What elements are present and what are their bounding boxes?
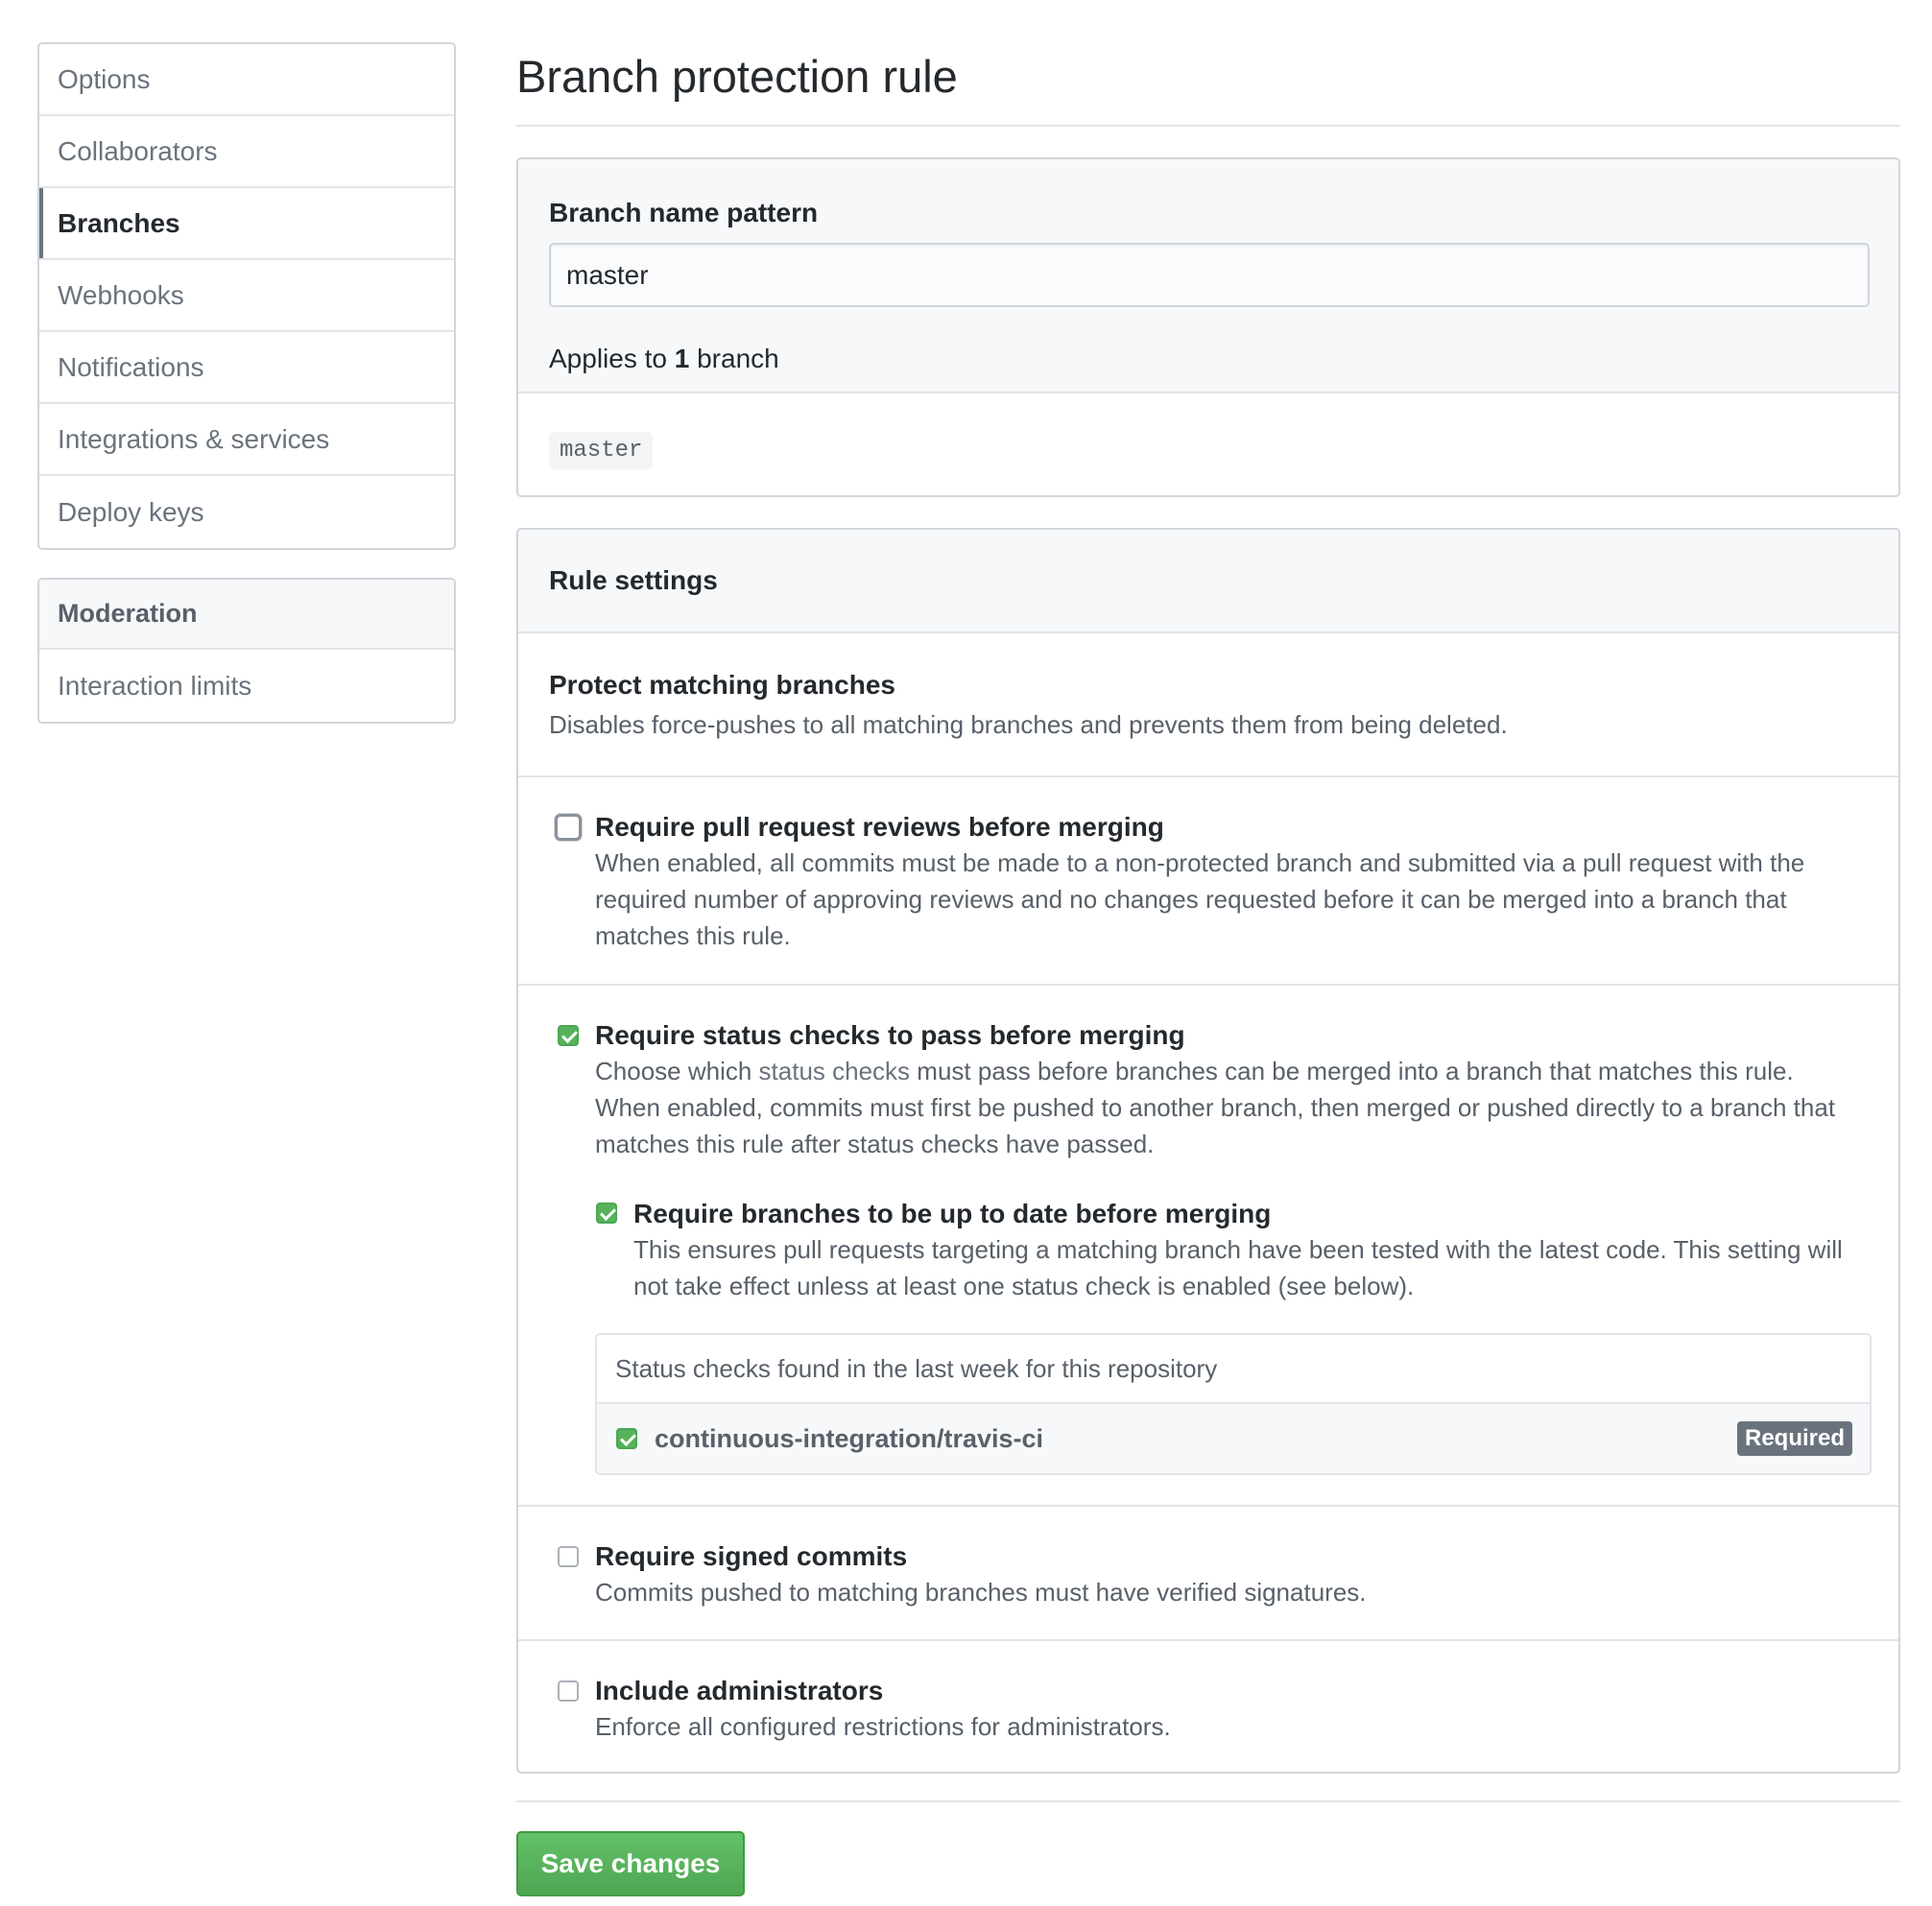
sidebar-item-branches[interactable]: Branches (39, 188, 454, 260)
page-title: Branch protection rule (516, 51, 958, 102)
moderation-menu: Moderation Interaction limits (37, 578, 456, 724)
applies-suffix: branch (697, 344, 779, 373)
require-signed-commits-checkbox[interactable] (558, 1546, 579, 1567)
applies-prefix: Applies to (549, 344, 667, 373)
title-divider (516, 125, 1900, 127)
sidebar-item-webhooks[interactable]: Webhooks (39, 260, 454, 332)
required-badge: Required (1736, 1421, 1852, 1456)
require-reviews-description: When enabled, all commits must be made t… (595, 848, 1805, 950)
branch-pattern-input[interactable] (549, 243, 1870, 307)
status-checks-list: Status checks found in the last week for… (595, 1333, 1872, 1475)
sidebar-item-notifications[interactable]: Notifications (39, 332, 454, 404)
sidebar-item-label: Interaction limits (58, 670, 252, 701)
include-administrators-title[interactable]: Include administrators (595, 1676, 1864, 1706)
moderation-heading: Moderation (39, 580, 454, 650)
status-checks-heading: Status checks found in the last week for… (597, 1335, 1870, 1404)
sidebar-item-label: Notifications (58, 351, 204, 382)
require-signed-commits-description: Commits pushed to matching branches must… (595, 1578, 1367, 1607)
require-up-to-date-title[interactable]: Require branches to be up to date before… (633, 1199, 1864, 1229)
sidebar-item-collaborators[interactable]: Collaborators (39, 116, 454, 188)
require-status-checks-title[interactable]: Require status checks to pass before mer… (595, 1020, 1864, 1051)
status-check-checkbox[interactable] (616, 1428, 637, 1449)
sidebar-item-label: Integrations & services (58, 423, 330, 454)
require-reviews-option: Require pull request reviews before merg… (518, 777, 1898, 986)
rule-settings-heading: Rule settings (518, 530, 1898, 633)
sidebar-item-integrations[interactable]: Integrations & services (39, 404, 454, 476)
require-signed-commits-title[interactable]: Require signed commits (595, 1541, 1864, 1572)
protect-title: Protect matching branches (549, 670, 895, 700)
status-desc-prefix: Choose which (595, 1057, 752, 1085)
protect-description: Disables force-pushes to all matching br… (549, 710, 1508, 739)
applies-to-text: Applies to 1 branch (549, 344, 779, 374)
require-signed-commits-option: Require signed commits Commits pushed to… (518, 1507, 1898, 1641)
branch-pattern-label: Branch name pattern (549, 198, 819, 227)
sidebar-item-options[interactable]: Options (39, 44, 454, 116)
status-checks-link[interactable]: status checks (759, 1057, 911, 1085)
require-reviews-checkbox[interactable] (555, 814, 582, 841)
status-check-item: continuous-integration/travis-ci Require… (597, 1404, 1870, 1473)
rule-settings-box: Rule settings Protect matching branches … (516, 528, 1900, 1774)
matched-branch-code: master (549, 432, 654, 469)
sidebar-item-label: Deploy keys (58, 496, 204, 527)
form-divider (516, 1800, 1900, 1802)
status-check-name: continuous-integration/travis-ci (655, 1423, 1044, 1453)
sidebar-item-interaction-limits[interactable]: Interaction limits (39, 650, 454, 722)
require-up-to-date-checkbox[interactable] (596, 1203, 617, 1224)
require-reviews-title[interactable]: Require pull request reviews before merg… (595, 812, 1864, 843)
branch-pattern-header: Branch name pattern Applies to 1 branch (518, 159, 1898, 393)
sidebar-item-label: Webhooks (58, 279, 184, 310)
require-status-checks-description: Choose which status checks must pass bef… (595, 1053, 1864, 1162)
branch-pattern-box: Branch name pattern Applies to 1 branch … (516, 157, 1900, 497)
applies-count: 1 (674, 344, 690, 373)
include-administrators-option: Include administrators Enforce all confi… (518, 1641, 1898, 1772)
include-administrators-checkbox[interactable] (558, 1680, 579, 1702)
settings-menu: Options Collaborators Branches Webhooks … (37, 42, 456, 550)
require-status-checks-option: Require status checks to pass before mer… (518, 986, 1898, 1507)
require-status-checks-checkbox[interactable] (558, 1025, 579, 1046)
sidebar-item-label: Branches (58, 207, 180, 238)
include-administrators-description: Enforce all configured restrictions for … (595, 1712, 1171, 1741)
protect-matching-branches: Protect matching branches Disables force… (518, 633, 1898, 777)
save-changes-button[interactable]: Save changes (516, 1831, 745, 1896)
require-up-to-date-description: This ensures pull requests targeting a m… (633, 1235, 1843, 1300)
sidebar-item-label: Collaborators (58, 135, 218, 166)
sidebar-item-deploy-keys[interactable]: Deploy keys (39, 476, 454, 548)
sidebar-item-label: Options (58, 63, 151, 94)
